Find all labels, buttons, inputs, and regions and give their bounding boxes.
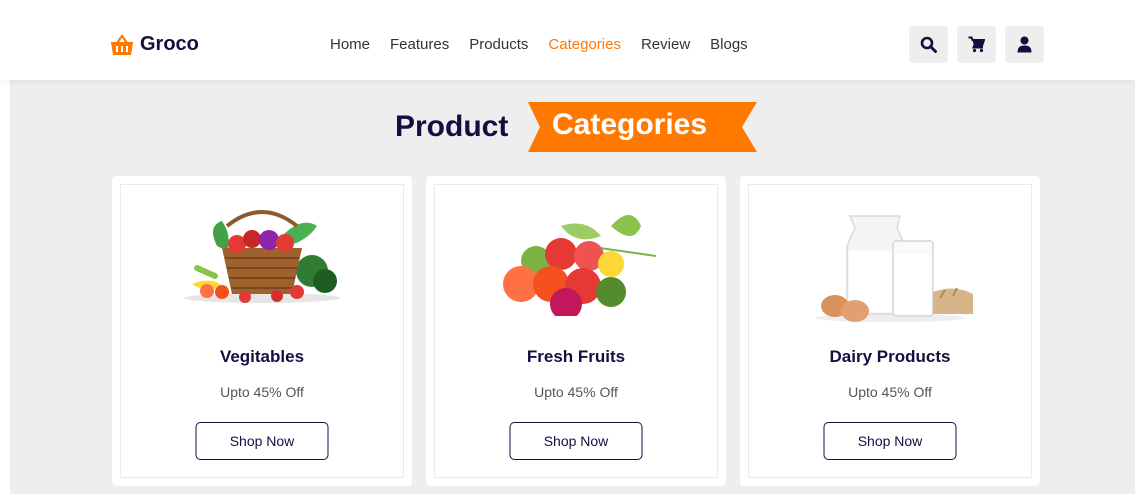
shop-now-button[interactable]: Shop Now — [195, 422, 329, 460]
nav-link-products[interactable]: Products — [469, 36, 528, 53]
category-card-vegetables: Vegitables Upto 45% Off Shop Now — [112, 176, 412, 486]
fruits-image — [503, 215, 657, 316]
shop-now-button[interactable]: Shop Now — [509, 422, 643, 460]
category-card-dairy: Dairy Products Upto 45% Off Shop Now — [740, 176, 1040, 486]
nav-link-review[interactable]: Review — [641, 36, 690, 53]
shop-now-button[interactable]: Shop Now — [823, 422, 957, 460]
site-header: Groco Home Features Products Categories … — [0, 0, 1135, 80]
header-icons — [909, 26, 1044, 63]
dairy-image — [815, 215, 973, 322]
card-title: Vegitables — [219, 347, 305, 366]
category-card-fruits: Fresh Fruits Upto 45% Off Shop Now — [426, 176, 726, 486]
user-button[interactable] — [1005, 26, 1044, 63]
shopping-basket-icon — [111, 33, 133, 55]
brand-logo[interactable]: Groco — [110, 33, 199, 56]
card-title: Dairy Products — [829, 347, 951, 366]
categories-section: Product Categories Vegitables Upto 45% O… — [10, 80, 1135, 494]
card-discount: Upto 45% Off — [534, 384, 618, 400]
heading-ribbon: Categories — [528, 102, 757, 152]
heading-highlight: Categories — [552, 108, 708, 141]
nav-link-features[interactable]: Features — [390, 36, 449, 53]
search-icon — [920, 36, 937, 53]
main-nav: Home Features Products Categories Review… — [330, 36, 748, 53]
nav-link-home[interactable]: Home — [330, 36, 370, 53]
card-discount: Upto 45% Off — [220, 384, 304, 400]
card-title: Fresh Fruits — [526, 347, 626, 366]
brand-name: Groco — [140, 33, 199, 55]
search-button[interactable] — [909, 26, 948, 63]
cart-button[interactable] — [957, 26, 996, 63]
vegetable-basket-image — [184, 210, 340, 303]
cart-icon — [968, 36, 985, 53]
user-icon — [1017, 36, 1032, 53]
section-heading: Product Categories — [395, 102, 775, 154]
nav-link-categories[interactable]: Categories — [548, 36, 621, 53]
heading-plain: Product — [395, 110, 509, 143]
card-discount: Upto 45% Off — [848, 384, 932, 400]
nav-link-blogs[interactable]: Blogs — [710, 36, 748, 53]
